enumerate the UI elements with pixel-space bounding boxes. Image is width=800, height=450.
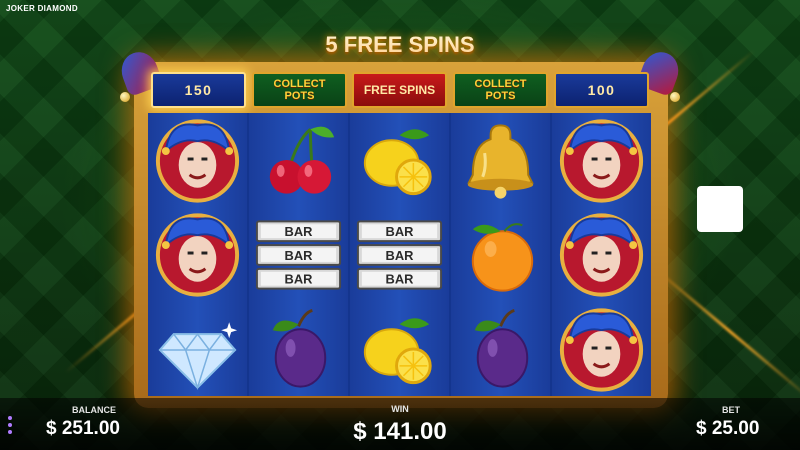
glow-streak bbox=[644, 259, 800, 404]
lemon-icon bbox=[350, 113, 449, 207]
pot-value-label: 100 bbox=[587, 82, 616, 98]
reel-4 bbox=[451, 113, 550, 396]
side-panel-button[interactable] bbox=[697, 186, 743, 232]
reel-grid: BAR BAR BAR BAR BAR BAR bbox=[148, 113, 651, 396]
free-spins-label: FREE SPINS bbox=[363, 83, 436, 97]
cherry-icon bbox=[249, 113, 348, 207]
pot-value-box-1: 150 bbox=[151, 72, 246, 108]
hat-bell-icon bbox=[670, 92, 680, 102]
reel-3: BAR BAR BAR bbox=[350, 113, 449, 396]
pot-value-box-2: 100 bbox=[554, 72, 649, 108]
win-value: $ 141.00 bbox=[353, 418, 447, 445]
bet-value: $ 25.00 bbox=[696, 418, 760, 439]
reel-1 bbox=[148, 113, 247, 396]
plum-icon bbox=[249, 302, 348, 396]
bar-icon: BAR BAR BAR bbox=[350, 207, 449, 301]
diamond-icon bbox=[148, 302, 247, 396]
bet-label: BET bbox=[722, 405, 740, 415]
orange-icon bbox=[451, 207, 550, 301]
collect-pots-label: COLLECT POTS bbox=[474, 78, 527, 102]
hat-bell-icon bbox=[120, 92, 130, 102]
reel-5 bbox=[552, 113, 651, 396]
win-label: WIN bbox=[391, 404, 409, 414]
free-spins-counter: 5 FREE SPINS bbox=[325, 32, 475, 57]
joker-icon bbox=[552, 113, 651, 207]
joker-icon bbox=[148, 113, 247, 207]
lemon-icon bbox=[350, 302, 449, 396]
collect-pots-box-1: COLLECT POTS bbox=[252, 72, 347, 108]
pot-value-label: 150 bbox=[184, 82, 213, 98]
bar-text: BAR bbox=[386, 272, 415, 287]
bar-text: BAR bbox=[386, 224, 415, 239]
bar-text: BAR bbox=[386, 248, 415, 263]
collect-pots-label: COLLECT POTS bbox=[273, 78, 326, 102]
bar-text: BAR bbox=[285, 272, 314, 287]
joker-icon bbox=[552, 207, 651, 301]
joker-icon bbox=[552, 302, 651, 396]
reel-2: BAR BAR BAR bbox=[249, 113, 348, 396]
free-spins-box: FREE SPINS bbox=[352, 72, 447, 108]
plum-icon bbox=[451, 302, 550, 396]
joker-icon bbox=[148, 207, 247, 301]
bar-text: BAR bbox=[285, 248, 314, 263]
bell-icon bbox=[451, 113, 550, 207]
bar-text: BAR bbox=[285, 224, 314, 239]
collect-pots-box-2: COLLECT POTS bbox=[453, 72, 548, 108]
game-title: JOKER DIAMOND bbox=[6, 4, 78, 13]
bar-icon: BAR BAR BAR bbox=[249, 207, 348, 301]
